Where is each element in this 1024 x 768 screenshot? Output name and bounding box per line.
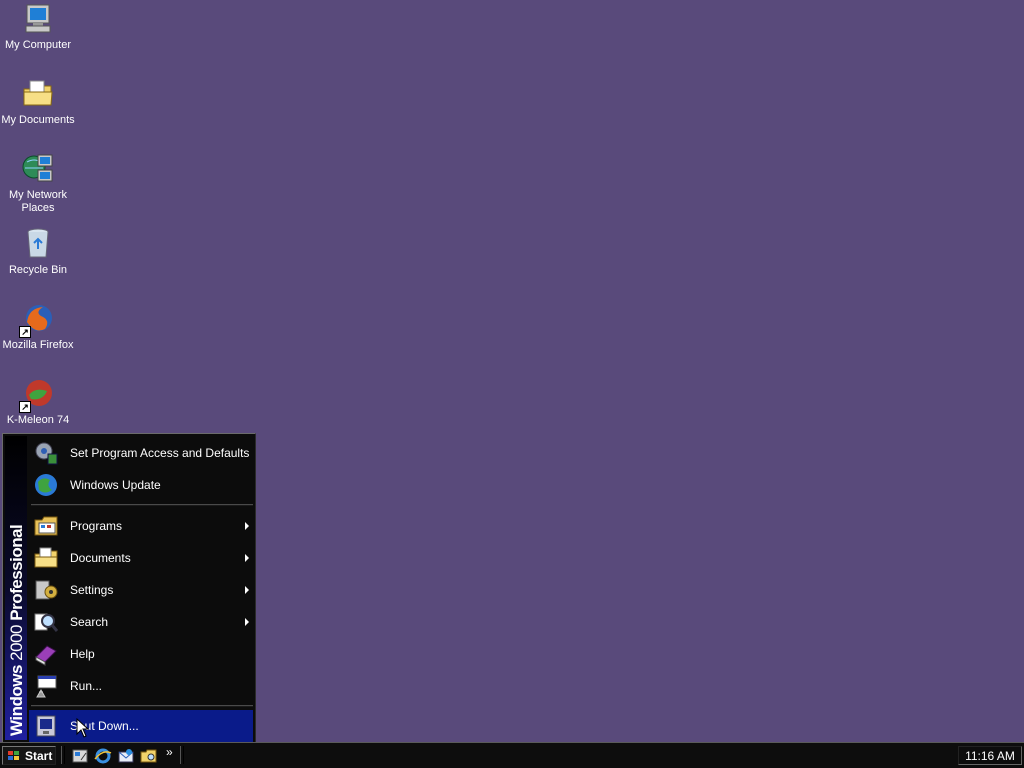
documents-folder-icon — [21, 77, 55, 111]
desktop-icon-label: My Network Places — [8, 189, 68, 214]
desktop-icon-label: K-Meleon 74 — [6, 414, 70, 426]
menu-separator — [31, 504, 253, 506]
taskbar-divider — [180, 746, 184, 764]
banner-text: Windows 2000 Professional — [7, 525, 27, 736]
menu-item-windows-update[interactable]: Windows Update — [29, 469, 253, 501]
documents-icon — [33, 545, 59, 571]
menu-item-programs[interactable]: Programs — [29, 510, 253, 542]
search-icon — [33, 609, 59, 635]
shortcut-arrow-icon: ↗ — [19, 326, 31, 338]
desktop-icon-my-documents[interactable]: My Documents — [0, 77, 76, 127]
menu-item-label: Set Program Access and Defaults — [70, 446, 250, 460]
menu-item-run[interactable]: Run... — [29, 670, 253, 702]
help-icon — [33, 641, 59, 667]
computer-icon — [21, 2, 55, 36]
desktop-icon-label: Mozilla Firefox — [2, 339, 74, 351]
submenu-arrow-icon — [245, 554, 249, 562]
settings-icon — [33, 577, 59, 603]
desktop-icon-my-network-places[interactable]: My Network Places — [0, 152, 76, 215]
explorer-icon[interactable] — [140, 747, 158, 765]
menu-item-search[interactable]: Search — [29, 606, 253, 638]
banner-edition: Professional — [7, 524, 26, 621]
desktop: { "desktop": { "background_color": "#594… — [0, 0, 1024, 768]
submenu-arrow-icon — [245, 586, 249, 594]
banner-version: 2000 — [7, 624, 26, 661]
shut-down-icon — [33, 713, 59, 739]
menu-separator — [31, 705, 253, 707]
windows-logo-icon — [7, 750, 21, 762]
start-menu-banner: Windows 2000 Professional — [5, 436, 27, 740]
menu-item-set-program-access[interactable]: Set Program Access and Defaults — [29, 437, 253, 469]
program-access-icon — [33, 440, 59, 466]
menu-item-label: Search — [70, 615, 109, 629]
menu-item-label: Run... — [70, 679, 103, 693]
firefox-icon: ↗ — [19, 302, 55, 338]
recycle-bin-icon — [21, 227, 55, 261]
submenu-arrow-icon — [245, 618, 249, 626]
programs-icon — [33, 513, 59, 539]
desktop-icon-mozilla-firefox[interactable]: ↗ Mozilla Firefox — [0, 302, 76, 352]
internet-explorer-icon[interactable] — [94, 747, 112, 765]
quick-launch-chevron-icon[interactable]: » — [166, 745, 173, 759]
system-tray: 11:16 AM — [958, 746, 1022, 765]
desktop-icon-recycle-bin[interactable]: Recycle Bin — [0, 227, 76, 277]
desktop-icon-label: Recycle Bin — [8, 264, 68, 276]
shortcut-arrow-icon: ↗ — [19, 401, 31, 413]
menu-item-label: Help — [70, 647, 95, 661]
desktop-icon-label: My Documents — [1, 114, 75, 126]
desktop-icon-my-computer[interactable]: My Computer — [0, 2, 76, 52]
desktop-icon-label: My Computer — [4, 39, 72, 51]
menu-item-label: Documents — [70, 551, 131, 565]
desktop-icon-k-meleon[interactable]: ↗ K-Meleon 74 — [0, 377, 76, 427]
menu-item-settings[interactable]: Settings — [29, 574, 253, 606]
network-places-icon — [21, 152, 55, 186]
submenu-arrow-icon — [245, 522, 249, 530]
windows-update-icon — [33, 472, 59, 498]
menu-item-label: Programs — [70, 519, 123, 533]
start-menu: Windows 2000 Professional Set Program Ac… — [2, 433, 256, 743]
run-icon — [33, 673, 59, 699]
clock[interactable]: 11:16 AM — [965, 749, 1015, 763]
menu-item-label: Settings — [70, 583, 114, 597]
menu-item-shut-down[interactable]: Shut Down... — [29, 710, 253, 742]
k-meleon-icon: ↗ — [19, 377, 55, 413]
mouse-pointer-icon — [76, 718, 90, 738]
menu-item-label: Windows Update — [70, 478, 161, 492]
show-desktop-icon[interactable] — [71, 747, 89, 765]
taskbar: Start » 11:16 AM — [0, 742, 1024, 768]
menu-item-help[interactable]: Help — [29, 638, 253, 670]
outlook-express-icon[interactable] — [117, 747, 135, 765]
taskbar-divider — [61, 746, 65, 764]
menu-item-documents[interactable]: Documents — [29, 542, 253, 574]
banner-brand: Windows — [7, 665, 26, 736]
start-button[interactable]: Start — [2, 746, 56, 765]
start-label: Start — [25, 748, 53, 763]
